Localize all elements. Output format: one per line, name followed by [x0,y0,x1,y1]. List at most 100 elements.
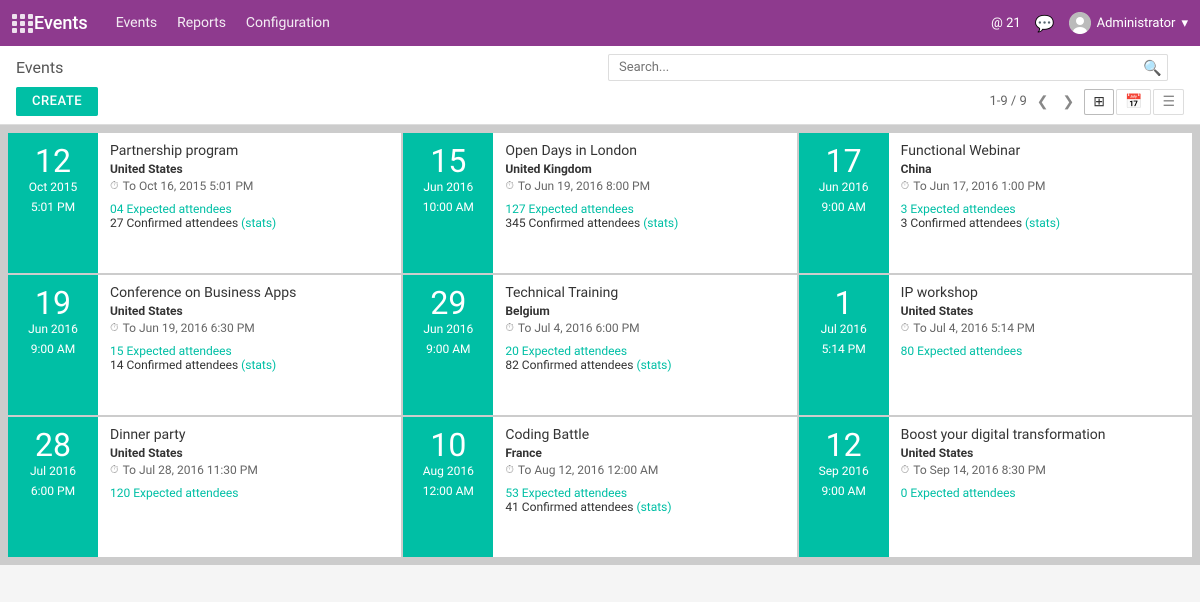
list-view-button[interactable]: ☰ [1153,89,1184,115]
confirmed-attendees: 345 Confirmed attendees (stats) [505,216,784,230]
event-country: France [505,446,784,460]
notification-badge[interactable]: @ 21 [991,16,1021,31]
event-date-col: 15 Jun 2016 10:00 AM [403,133,493,273]
stats-link[interactable]: (stats) [643,216,678,230]
stats-link[interactable]: (stats) [636,358,671,372]
event-country: China [901,162,1180,176]
event-info: Functional Webinar China ⏱ To Jun 17, 20… [889,133,1192,273]
event-name: Coding Battle [505,427,784,443]
top-right: @ 21 💬 Administrator ▾ [991,12,1188,34]
stats-link[interactable]: (stats) [636,500,671,514]
chat-icon[interactable]: 💬 [1035,14,1055,33]
nav-configuration[interactable]: Configuration [246,15,330,31]
stats-link[interactable]: (stats) [1025,216,1060,230]
expected-attendees: 3 Expected attendees [901,202,1180,216]
event-time: 9:00 AM [821,200,865,214]
event-end-date: ⏱ To Jul 4, 2016 6:00 PM [505,321,784,335]
event-country: United States [110,162,389,176]
event-day: 12 [826,429,862,461]
event-card[interactable]: 12 Sep 2016 9:00 AM Boost your digital t… [799,417,1192,557]
event-card[interactable]: 10 Aug 2016 12:00 AM Coding Battle Franc… [403,417,796,557]
app-grid-icon[interactable] [12,14,34,33]
event-attendees: 3 Expected attendees 3 Confirmed attende… [901,202,1180,230]
event-name: Boost your digital transformation [901,427,1180,443]
grid-view-button[interactable]: ⊞ [1084,89,1114,115]
event-day: 1 [835,287,853,319]
stats-link[interactable]: (stats) [241,216,276,230]
event-month-year: Jul 2016 [821,321,867,338]
event-card[interactable]: 17 Jun 2016 9:00 AM Functional Webinar C… [799,133,1192,273]
calendar-view-button[interactable]: 📅 [1116,89,1151,115]
expected-attendees: 0 Expected attendees [901,486,1180,500]
clock-icon: ⏱ [901,463,910,477]
event-name: Technical Training [505,285,784,301]
event-end-date: ⏱ To Jun 19, 2016 8:00 PM [505,179,784,193]
event-day: 29 [430,287,466,319]
event-end-date: ⏱ To Jul 28, 2016 11:30 PM [110,463,389,477]
event-country: United Kingdom [505,162,784,176]
event-card[interactable]: 12 Oct 2015 5:01 PM Partnership program … [8,133,401,273]
event-time: 9:00 AM [426,342,470,356]
clock-icon: ⏱ [901,321,910,335]
clock-icon: ⏱ [505,321,514,335]
pager-prev[interactable]: ❮ [1033,92,1053,112]
event-name: IP workshop [901,285,1180,301]
event-time: 5:01 PM [31,200,75,214]
top-nav: Events Events Reports Configuration @ 21… [0,0,1200,46]
event-country: United States [110,446,389,460]
nav-reports[interactable]: Reports [177,15,226,31]
event-card[interactable]: 1 Jul 2016 5:14 PM IP workshop United St… [799,275,1192,415]
confirmed-attendees: 27 Confirmed attendees (stats) [110,216,389,230]
search-input[interactable] [608,54,1168,81]
event-attendees: 80 Expected attendees [901,344,1180,358]
event-name: Partnership program [110,143,389,159]
expected-attendees: 127 Expected attendees [505,202,784,216]
event-info: Partnership program United States ⏱ To O… [98,133,401,273]
event-card[interactable]: 15 Jun 2016 10:00 AM Open Days in London… [403,133,796,273]
event-day: 12 [35,145,71,177]
event-name: Functional Webinar [901,143,1180,159]
event-month-year: Jun 2016 [423,179,473,196]
stats-link[interactable]: (stats) [241,358,276,372]
expected-attendees: 15 Expected attendees [110,344,389,358]
event-date-col: 12 Sep 2016 9:00 AM [799,417,889,557]
event-attendees: 15 Expected attendees 14 Confirmed atten… [110,344,389,372]
event-month-year: Jun 2016 [28,321,78,338]
view-switcher: ⊞ 📅 ☰ [1084,89,1184,115]
event-country: United States [901,446,1180,460]
create-button[interactable]: CREATE [16,87,98,116]
toolbar-row: CREATE 1-9 / 9 ❮ ❯ ⊞ 📅 ☰ [16,87,1184,116]
user-menu[interactable]: Administrator ▾ [1069,12,1188,34]
event-day: 15 [430,145,466,177]
event-country: Belgium [505,304,784,318]
event-date-col: 1 Jul 2016 5:14 PM [799,275,889,415]
event-day: 28 [35,429,71,461]
event-info: IP workshop United States ⏱ To Jul 4, 20… [889,275,1192,415]
event-info: Boost your digital transformation United… [889,417,1192,557]
nav-events[interactable]: Events [116,15,157,31]
expected-attendees: 80 Expected attendees [901,344,1180,358]
pager-next[interactable]: ❯ [1059,92,1079,112]
event-day: 17 [826,145,862,177]
event-month-year: Aug 2016 [423,463,474,480]
user-dropdown-icon[interactable]: ▾ [1181,16,1188,31]
search-button[interactable]: 🔍 [1143,59,1162,77]
event-date-col: 17 Jun 2016 9:00 AM [799,133,889,273]
event-time: 6:00 PM [31,484,75,498]
event-end-date: ⏱ To Jul 4, 2016 5:14 PM [901,321,1180,335]
event-day: 10 [430,429,466,461]
event-country: United States [110,304,389,318]
event-month-year: Jun 2016 [819,179,869,196]
event-name: Dinner party [110,427,389,443]
event-name: Conference on Business Apps [110,285,389,301]
event-month-year: Jul 2016 [30,463,76,480]
expected-attendees: 20 Expected attendees [505,344,784,358]
event-time: 10:00 AM [423,200,474,214]
subheader-top: Events 🔍 [16,54,1184,81]
event-end-date: ⏱ To Jun 17, 2016 1:00 PM [901,179,1180,193]
event-card[interactable]: 28 Jul 2016 6:00 PM Dinner party United … [8,417,401,557]
event-attendees: 127 Expected attendees 345 Confirmed att… [505,202,784,230]
event-card[interactable]: 29 Jun 2016 9:00 AM Technical Training B… [403,275,796,415]
app-title: Events [34,13,88,34]
event-card[interactable]: 19 Jun 2016 9:00 AM Conference on Busine… [8,275,401,415]
